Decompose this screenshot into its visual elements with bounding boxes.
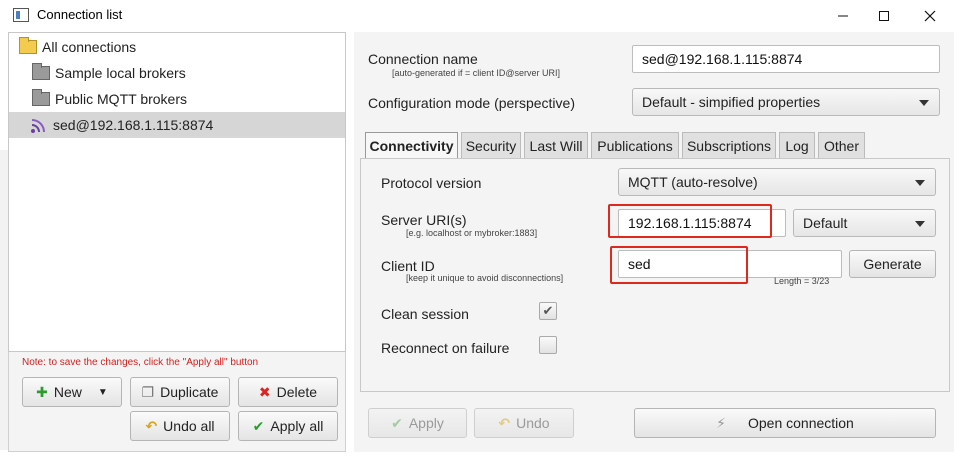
tab-publications[interactable]: Publications — [591, 132, 679, 158]
plug-icon: ⚡ — [716, 414, 726, 431]
tab-other[interactable]: Other — [818, 132, 865, 158]
client-id-length: Length = 3/23 — [774, 276, 830, 286]
apply-all-button[interactable]: ✔ Apply all — [238, 411, 338, 441]
checkmark-icon: ✔ — [391, 414, 403, 431]
config-mode-value: Default - simpified properties — [642, 94, 821, 110]
tab-log[interactable]: Log — [779, 132, 815, 158]
chevron-down-icon — [915, 180, 925, 186]
open-connection-button[interactable]: ⚡ Open connection — [634, 408, 936, 438]
app-icon — [13, 8, 29, 22]
minimize-button[interactable] — [820, 0, 866, 31]
plus-icon: ✚ — [36, 383, 48, 400]
undo-button[interactable]: ↶ Undo — [474, 408, 574, 438]
close-button[interactable] — [907, 0, 953, 31]
delete-icon: ✖ — [258, 383, 271, 400]
tab-label: Connectivity — [369, 137, 454, 154]
tab-subscriptions[interactable]: Subscriptions — [682, 132, 776, 158]
tree-item-sed-connection[interactable]: sed@192.168.1.115:8874 — [9, 112, 345, 138]
tab-last-will[interactable]: Last Will — [524, 132, 588, 158]
new-button-label: New — [53, 384, 82, 400]
reconnect-checkbox[interactable] — [539, 336, 557, 354]
tree-item-label: Public MQTT brokers — [55, 91, 187, 107]
clean-session-label: Clean session — [381, 306, 469, 322]
checkmark-icon: ✔ — [542, 303, 554, 318]
apply-button-label: Apply — [408, 415, 444, 431]
tab-label: Publications — [597, 137, 673, 154]
tree-item-label: sed@192.168.1.115:8874 — [53, 117, 214, 133]
chevron-down-icon: ▼ — [97, 386, 108, 398]
mqtt-connection-icon — [31, 119, 45, 133]
config-mode-label: Configuration mode (perspective) — [368, 95, 575, 111]
client-id-highlight — [610, 246, 748, 284]
server-uri-label: Server URI(s) — [381, 212, 467, 228]
title-bar — [0, 0, 961, 31]
maximize-button[interactable] — [861, 0, 907, 31]
generate-button[interactable]: Generate — [849, 250, 936, 278]
undo-button-label: Undo — [516, 415, 550, 431]
connection-name-hint: [auto-generated if = client ID@server UR… — [392, 68, 560, 78]
close-icon — [924, 10, 936, 21]
reconnect-label: Reconnect on failure — [381, 340, 510, 356]
tree-item-label: Sample local brokers — [55, 65, 186, 81]
tree-item-all-connections[interactable]: All connections — [9, 34, 345, 60]
generate-button-label: Generate — [863, 256, 922, 272]
protocol-version-label: Protocol version — [381, 175, 482, 191]
checkmark-icon: ✔ — [252, 417, 265, 434]
folder-icon — [19, 37, 37, 54]
new-button[interactable]: ✚ New ▼ — [22, 377, 122, 407]
clean-session-checkbox[interactable]: ✔ — [539, 302, 557, 320]
chevron-down-icon — [919, 100, 929, 106]
tree-item-public-mqtt-brokers[interactable]: Public MQTT brokers — [9, 86, 345, 112]
folder-icon — [32, 89, 50, 106]
tree-item-sample-local-brokers[interactable]: Sample local brokers — [9, 60, 345, 86]
client-id-hint: [keep it unique to avoid disconnections] — [406, 273, 564, 283]
config-mode-select[interactable]: Default - simpified properties — [632, 88, 940, 116]
maximize-icon — [879, 10, 889, 21]
protocol-version-value: MQTT (auto-resolve) — [628, 174, 758, 190]
tab-security[interactable]: Security — [461, 132, 521, 158]
tab-label: Other — [823, 137, 859, 154]
window-title: Connection list — [37, 7, 123, 22]
delete-button-label: Delete — [276, 384, 318, 400]
client-id-label: Client ID — [381, 258, 435, 274]
delete-button[interactable]: ✖ Delete — [238, 377, 338, 407]
open-connection-button-label: Open connection — [747, 415, 854, 431]
apply-button[interactable]: ✔ Apply — [368, 408, 467, 438]
copy-icon: ❐ — [141, 383, 155, 400]
duplicate-button-label: Duplicate — [160, 384, 219, 400]
undo-all-button[interactable]: ↶ Undo all — [130, 411, 230, 441]
apply-all-button-label: Apply all — [270, 418, 324, 434]
server-uri-mode-value: Default — [803, 215, 848, 231]
tab-label: Security — [465, 137, 517, 154]
save-note: Note: to save the changes, click the "Ap… — [22, 357, 259, 368]
server-uri-mode-select[interactable]: Default — [793, 209, 936, 237]
server-uri-hint: [e.g. localhost or mybroker:1883] — [406, 228, 538, 238]
undo-icon: ↶ — [498, 414, 511, 431]
tab-label: Log — [785, 137, 809, 154]
connection-name-input[interactable]: sed@192.168.1.115:8874 — [632, 45, 940, 73]
duplicate-button[interactable]: ❐ Duplicate — [130, 377, 230, 407]
tree-item-label: All connections — [42, 39, 137, 55]
chevron-down-icon — [915, 221, 925, 227]
minimize-icon — [838, 15, 848, 16]
folder-icon — [32, 63, 50, 80]
undo-all-button-label: Undo all — [163, 418, 215, 434]
tab-label: Last Will — [529, 137, 583, 154]
connection-name-label: Connection name — [368, 51, 478, 67]
undo-icon: ↶ — [145, 417, 158, 434]
server-uri-highlight — [608, 204, 772, 238]
connection-tree: All connections Sample local brokers Pub… — [8, 32, 346, 352]
tab-label: Subscriptions — [686, 137, 772, 154]
tab-connectivity[interactable]: Connectivity — [365, 132, 458, 158]
protocol-version-select[interactable]: MQTT (auto-resolve) — [618, 168, 936, 196]
